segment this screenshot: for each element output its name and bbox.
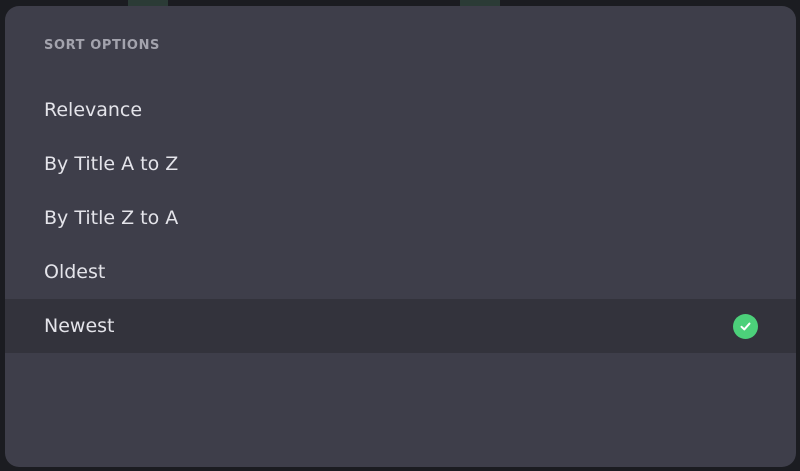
sort-option-oldest[interactable]: Oldest <box>5 245 796 299</box>
option-label: By Title A to Z <box>44 153 179 175</box>
sort-option-newest[interactable]: Newest <box>5 299 796 353</box>
option-label: Oldest <box>44 261 106 283</box>
option-label: Relevance <box>44 99 143 121</box>
sheet-title: SORT OPTIONS <box>44 38 161 53</box>
sort-option-relevance[interactable]: Relevance <box>5 83 796 137</box>
option-label: By Title Z to A <box>44 207 179 229</box>
check-circle-icon <box>733 313 758 339</box>
sort-options-list: Relevance By Title A to Z By Title Z to … <box>5 83 796 353</box>
sort-options-sheet: SORT OPTIONS Relevance By Title A to Z B… <box>5 6 796 467</box>
option-label: Newest <box>44 315 115 337</box>
sort-option-title-z-a[interactable]: By Title Z to A <box>5 191 796 245</box>
sort-option-title-a-z[interactable]: By Title A to Z <box>5 137 796 191</box>
